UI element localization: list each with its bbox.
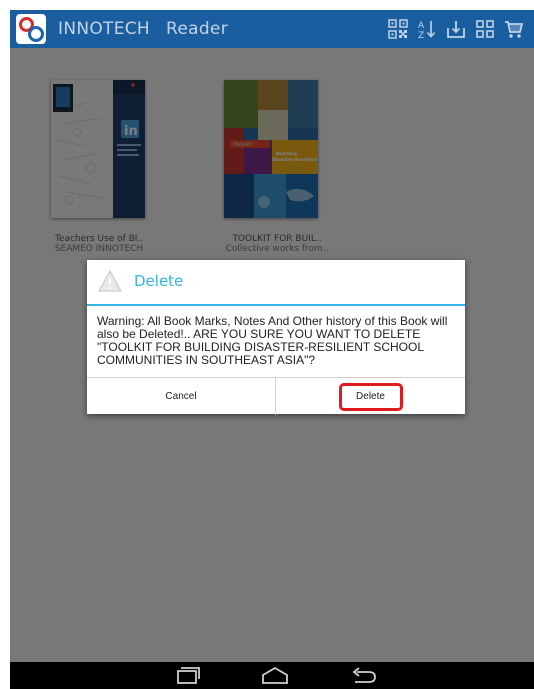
dialog-header: Delete [87, 260, 465, 306]
sort-az-icon[interactable]: A Z [417, 19, 437, 39]
app-subtitle: Reader [166, 19, 228, 39]
app-logo [16, 14, 46, 44]
back-icon[interactable] [348, 666, 378, 686]
import-icon[interactable] [446, 19, 466, 39]
dialog-message: Warning: All Book Marks, Notes And Other… [97, 314, 448, 367]
svg-text:A: A [418, 21, 425, 31]
home-icon[interactable] [260, 666, 290, 686]
dialog-title: Delete [134, 272, 184, 290]
dialog-buttons: Cancel Delete [87, 377, 465, 415]
svg-text:Z: Z [418, 31, 424, 39]
app-title: INNOTECH Reader [58, 19, 228, 39]
qr-code-icon[interactable] [388, 19, 408, 39]
logo-ring-blue [28, 26, 44, 42]
cancel-button[interactable]: Cancel [87, 378, 276, 415]
cart-icon[interactable] [504, 19, 524, 39]
warning-icon [98, 269, 122, 292]
grid-view-icon[interactable] [475, 19, 495, 39]
delete-button[interactable]: Delete [276, 378, 465, 415]
action-bar: INNOTECH Reader A Z [10, 10, 534, 48]
screen: INNOTECH Reader A Z Delete Warning: All … [10, 10, 534, 689]
app-name: INNOTECH [58, 19, 151, 39]
recent-apps-icon[interactable] [172, 666, 202, 686]
delete-dialog: Delete Warning: All Book Marks, Notes An… [87, 260, 465, 415]
system-nav-bar [10, 662, 534, 689]
